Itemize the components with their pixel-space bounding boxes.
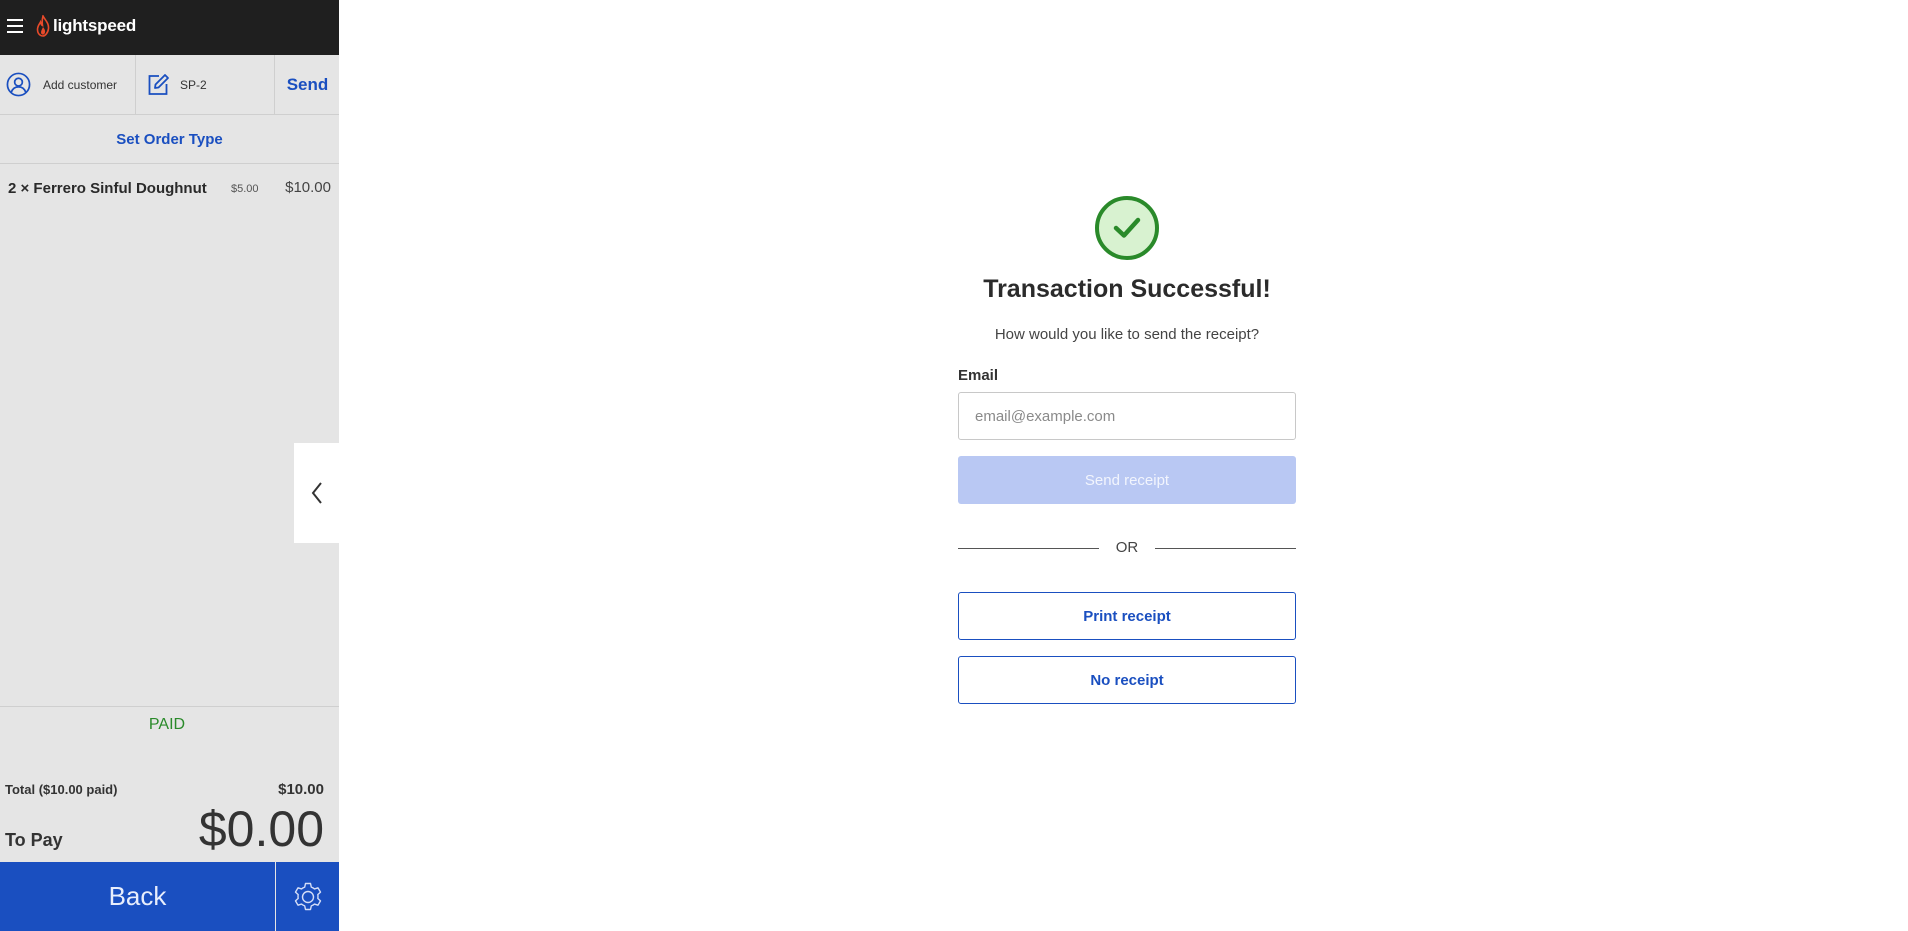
- divider: [0, 706, 339, 707]
- send-receipt-button[interactable]: Send receipt: [958, 456, 1296, 504]
- total-label: Total ($10.00 paid): [5, 782, 118, 797]
- to-pay-label: To Pay: [5, 830, 63, 850]
- or-divider: OR: [958, 536, 1296, 560]
- divider-line-right: [1155, 548, 1296, 549]
- email-field[interactable]: [958, 392, 1296, 440]
- page-title: Transaction Successful!: [983, 275, 1271, 303]
- edit-note-icon: [148, 73, 169, 95]
- logo-text: lightspeed: [53, 16, 137, 35]
- set-order-type-button[interactable]: Set Order Type: [0, 115, 339, 164]
- top-bar: lightspeed: [0, 0, 339, 55]
- chevron-left-icon: [311, 482, 322, 504]
- user-circle-icon: [6, 72, 31, 97]
- line-item-total: $10.00: [285, 179, 331, 196]
- no-receipt-button[interactable]: No receipt: [958, 656, 1296, 704]
- hamburger-menu-icon[interactable]: [7, 19, 23, 33]
- gear-icon: [294, 882, 321, 910]
- email-label: Email: [958, 367, 999, 384]
- line-item-unit-price: $5.00: [231, 183, 259, 195]
- settings-button[interactable]: [276, 862, 339, 931]
- flame-logo-icon: [36, 15, 50, 37]
- print-receipt-button[interactable]: Print receipt: [958, 592, 1296, 640]
- checkmark-icon: [1113, 217, 1141, 238]
- paid-status: PAID: [148, 716, 186, 733]
- receipt-prompt: How would you like to send the receipt?: [994, 326, 1260, 343]
- line-item[interactable]: 2 × Ferrero Sinful Doughnut $5.00 $10.00: [0, 176, 339, 202]
- back-button[interactable]: Back: [0, 862, 275, 931]
- send-order-button[interactable]: Send: [276, 55, 339, 114]
- line-item-name: 2 × Ferrero Sinful Doughnut: [8, 180, 207, 197]
- lightspeed-logo: lightspeed: [36, 15, 136, 37]
- order-panel: lightspeed Add customer SP-2 Send Set Or…: [0, 0, 339, 931]
- success-check-icon: [1095, 196, 1159, 260]
- order-reference-label: SP-2: [180, 77, 207, 92]
- add-customer-button[interactable]: Add customer: [0, 55, 136, 114]
- collapse-panel-button[interactable]: [294, 443, 339, 543]
- order-reference-button[interactable]: SP-2: [137, 55, 275, 114]
- to-pay-amount: $0.00: [198, 801, 324, 857]
- customer-bar: Add customer SP-2 Send: [0, 55, 339, 115]
- total-amount: $10.00: [278, 781, 324, 798]
- add-customer-label: Add customer: [43, 77, 118, 92]
